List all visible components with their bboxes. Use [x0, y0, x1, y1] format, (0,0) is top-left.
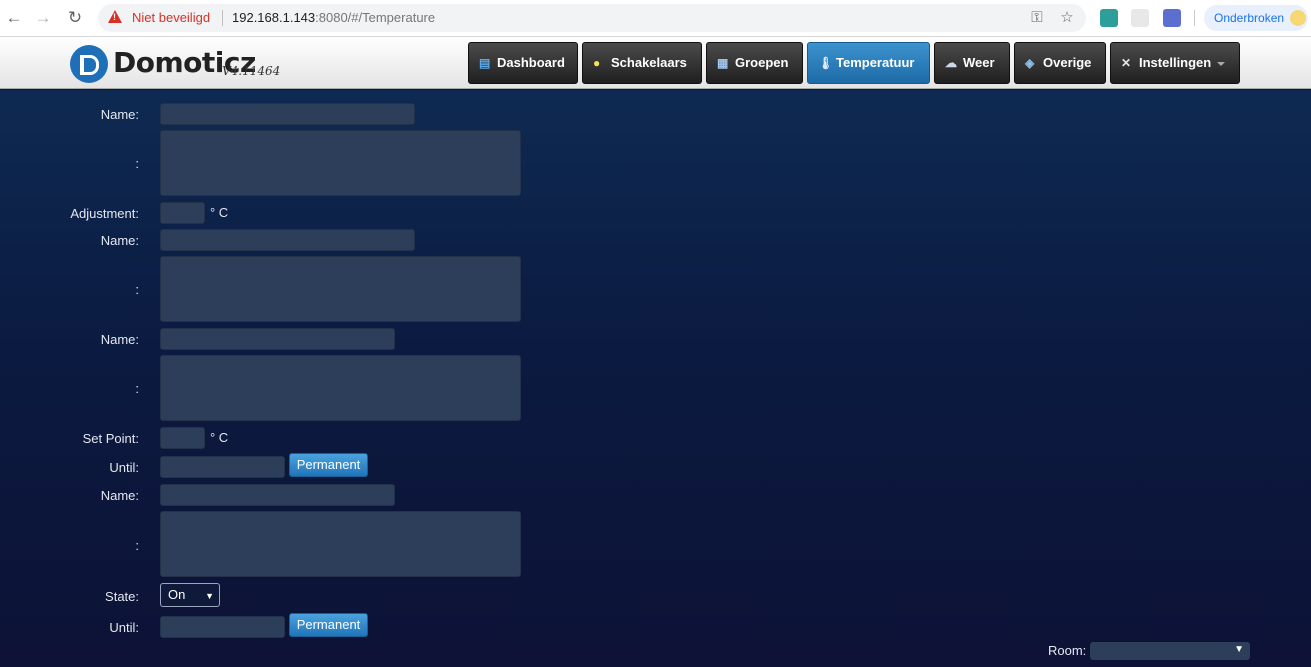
state-value: On	[168, 587, 186, 602]
tab-label: Instellingen	[1139, 55, 1212, 70]
setpoint-input[interactable]	[160, 427, 205, 449]
name-label: Name:	[100, 332, 139, 347]
warning-icon	[108, 10, 122, 23]
name-input[interactable]	[160, 328, 395, 350]
domoticz-logo-icon[interactable]	[70, 45, 108, 83]
permanent-button[interactable]: Permanent	[289, 613, 368, 637]
unit-label: ° C	[210, 205, 229, 220]
address-bar[interactable]: Niet beveiligd 192.168.1.143:8080/#/Temp…	[98, 4, 1086, 32]
adjustment-input[interactable]	[160, 202, 205, 224]
reload-icon[interactable]: ↻	[64, 8, 86, 28]
description-label: :	[135, 538, 139, 553]
description-textarea[interactable]	[160, 355, 521, 421]
name-input[interactable]	[160, 229, 415, 251]
until-input[interactable]	[160, 456, 285, 478]
name-label: Name:	[100, 488, 139, 503]
forward-icon[interactable]: →	[32, 8, 54, 28]
url-separator	[222, 10, 223, 26]
description-label: :	[135, 282, 139, 297]
lightbulb-icon: ●	[593, 56, 601, 70]
main-content: Name: : Adjustment: ° C Name: : Name: : …	[0, 90, 1311, 667]
room-select[interactable]: ▼	[1090, 642, 1250, 660]
tools-icon: ✕	[1121, 56, 1132, 70]
key-icon[interactable]: ⚿	[1028, 9, 1046, 27]
chevron-down-icon	[1217, 61, 1226, 66]
tab-weer[interactable]: ☁ Weer	[934, 42, 1010, 84]
adjustment-label: Adjustment:	[70, 206, 139, 221]
state-label: State:	[105, 589, 139, 604]
tab-label: Weer	[963, 55, 995, 70]
weather-icon: ☁	[945, 56, 957, 70]
tab-overige[interactable]: ◈ Overige	[1014, 42, 1106, 84]
until-label: Until:	[109, 620, 139, 635]
profile-label: Onderbroken	[1214, 11, 1285, 25]
tab-label: Temperatuur	[836, 55, 915, 70]
profile-button[interactable]: Onderbroken	[1204, 5, 1308, 31]
state-select[interactable]: On ▼	[160, 583, 220, 607]
description-textarea[interactable]	[160, 130, 521, 196]
browser-toolbar: ← → ↻ Niet beveiligd 192.168.1.143:8080/…	[0, 0, 1311, 37]
description-label: :	[135, 156, 139, 171]
not-secure-label[interactable]: Niet beveiligd	[132, 10, 210, 25]
extension-icon[interactable]	[1163, 9, 1181, 27]
chevron-down-icon: ▼	[205, 591, 214, 601]
room-label: Room:	[1048, 643, 1087, 658]
url-text[interactable]: 192.168.1.143:8080/#/Temperature	[232, 10, 435, 25]
tab-label: Overige	[1043, 55, 1092, 70]
extension-icon[interactable]	[1131, 9, 1149, 27]
tab-instellingen[interactable]: ✕ Instellingen	[1110, 42, 1240, 84]
description-label: :	[135, 381, 139, 396]
setpoint-label: Set Point:	[82, 431, 139, 446]
tab-dashboard[interactable]: ▤ Dashboard	[468, 42, 578, 84]
until-label: Until:	[109, 460, 139, 475]
description-textarea[interactable]	[160, 511, 521, 577]
dashboard-icon: ▤	[479, 56, 491, 70]
name-label: Name:	[100, 233, 139, 248]
name-label: Name:	[100, 107, 139, 122]
tab-groepen[interactable]: ▦ Groepen	[706, 42, 803, 84]
tab-schakelaars[interactable]: ● Schakelaars	[582, 42, 702, 84]
name-input[interactable]	[160, 484, 395, 506]
description-textarea[interactable]	[160, 256, 521, 322]
tab-label: Schakelaars	[611, 55, 687, 70]
tab-label: Dashboard	[497, 55, 565, 70]
toolbar-divider	[1194, 10, 1195, 26]
tab-label: Groepen	[735, 55, 789, 70]
logo-version: V4.11464	[222, 64, 281, 78]
permanent-button[interactable]: Permanent	[289, 453, 368, 477]
star-icon[interactable]: ☆	[1058, 9, 1076, 27]
name-input[interactable]	[160, 103, 415, 125]
app-header: Domoticz V4.11464 ▤ Dashboard ● Schakelaar…	[0, 37, 1311, 89]
thermometer-icon: 🌡	[818, 56, 834, 70]
until-input[interactable]	[160, 616, 285, 638]
back-icon[interactable]: ←	[3, 8, 25, 28]
extension-icon[interactable]	[1100, 9, 1118, 27]
avatar	[1290, 10, 1306, 26]
chevron-down-icon: ▼	[1234, 644, 1244, 655]
other-icon: ◈	[1025, 56, 1035, 70]
tab-temperatuur[interactable]: 🌡 Temperatuur	[807, 42, 930, 84]
clapperboard-icon: ▦	[717, 56, 729, 70]
unit-label: ° C	[210, 430, 229, 445]
